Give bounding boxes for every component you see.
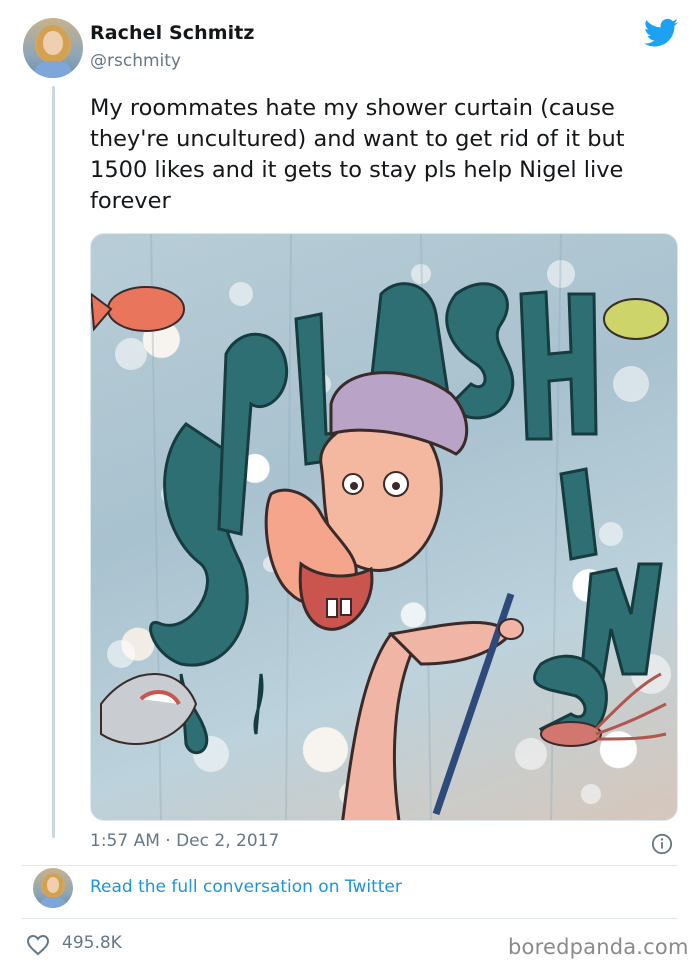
avatar-face — [43, 31, 63, 56]
tweet-text: My roommates hate my shower curtain (cau… — [90, 95, 625, 214]
avatar-shirt — [35, 61, 71, 78]
twitter-bird-icon[interactable] — [644, 18, 678, 48]
info-icon[interactable] — [651, 833, 673, 855]
shark-creature — [100, 673, 198, 745]
boredpanda-watermark: boredpanda.com — [508, 935, 689, 959]
conversation-avatar[interactable] — [33, 868, 73, 908]
frog-creature — [603, 298, 669, 340]
heart-icon[interactable] — [26, 934, 50, 956]
fish-creature — [91, 286, 185, 332]
like-count: 495.8K — [62, 933, 122, 953]
shower-curtain-illustration — [91, 234, 671, 820]
avatar-shirt — [41, 896, 65, 908]
avatar-face — [46, 876, 60, 893]
tweet-photo[interactable] — [90, 233, 678, 821]
divider-bottom — [22, 918, 678, 919]
read-conversation-link[interactable]: Read the full conversation on Twitter — [90, 877, 402, 897]
divider-top — [22, 865, 678, 866]
tweet-timestamp[interactable]: 1:57 AM · Dec 2, 2017 — [90, 831, 279, 851]
author-name[interactable]: Rachel Schmitz — [90, 22, 255, 44]
author-avatar[interactable] — [23, 18, 83, 78]
author-handle[interactable]: @rschmity — [90, 51, 181, 71]
thread-line — [52, 86, 55, 838]
